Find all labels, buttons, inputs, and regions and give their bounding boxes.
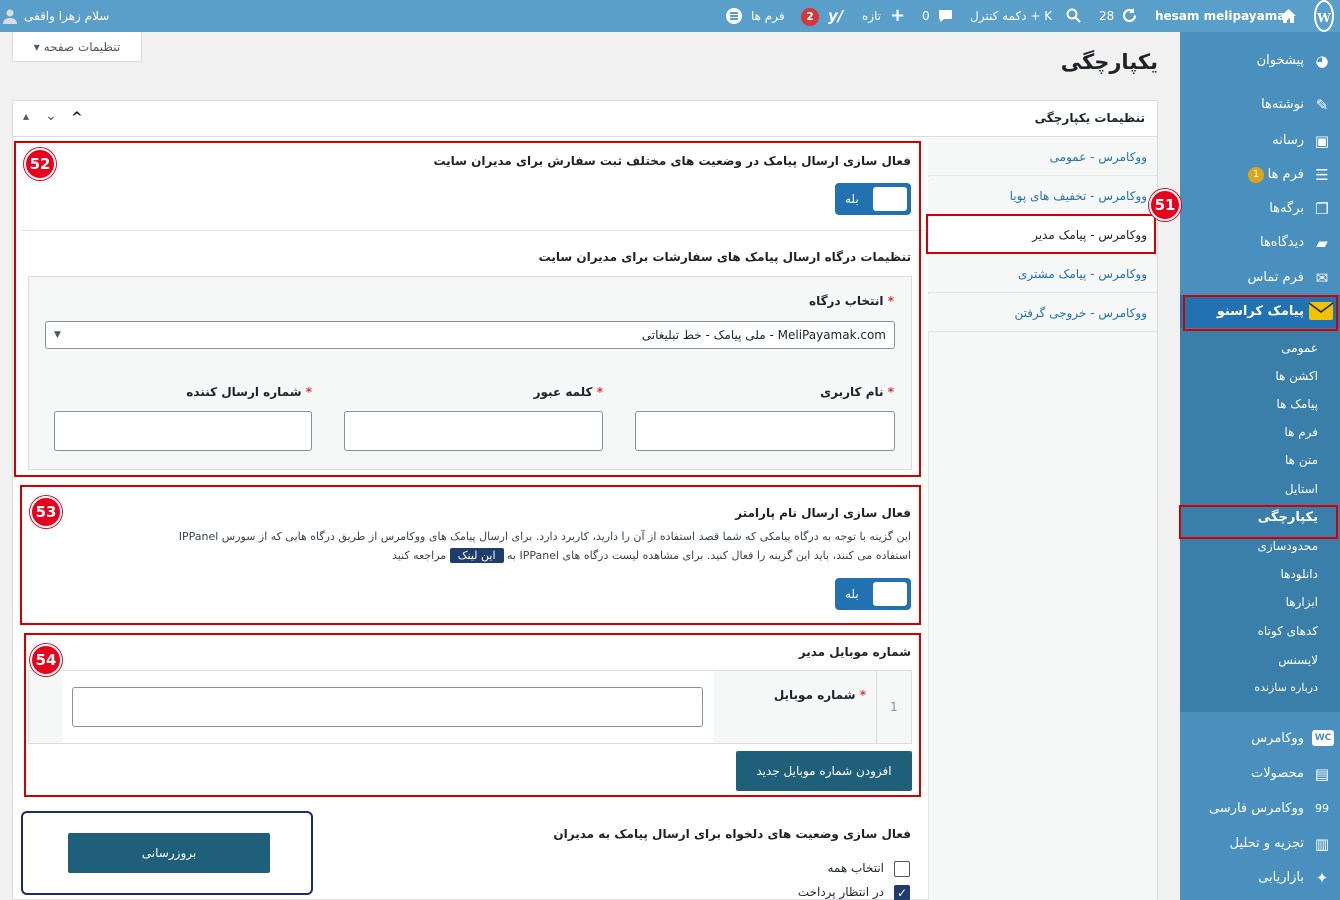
highlight-integration-menu [1179, 505, 1338, 539]
sidebar-item-dashboard[interactable]: ◕ پیشخوان [1180, 44, 1340, 78]
comments-icon: ▰ [1316, 234, 1328, 252]
sidebar-item-marketing[interactable]: ✦ بازاریابی [1180, 861, 1340, 895]
submenu-item-sms[interactable]: پیامک ها [1180, 390, 1340, 418]
submenu-item-style[interactable]: استایل [1180, 475, 1340, 503]
marker-53: 53 [30, 496, 62, 528]
yoast-icon[interactable]: y/ [828, 0, 843, 32]
site-name-link[interactable]: hesam melipayamak [1155, 0, 1293, 32]
pin-icon: ✎ [1315, 96, 1329, 114]
dashboard-icon: ◕ [1315, 52, 1329, 70]
sidebar-item-contact[interactable]: ✉ فرم تماس [1180, 261, 1340, 295]
media-icon: ▣ [1314, 132, 1330, 150]
submenu-item-shortcodes[interactable]: کدهای کوتاه [1180, 617, 1340, 645]
sidebar-item-comments[interactable]: ▰ دیدگاه‌ها [1180, 226, 1340, 260]
comment-bubble-icon[interactable] [938, 0, 954, 32]
analytics-icon: ▥ [1314, 835, 1330, 853]
wordpress-logo-icon[interactable]: W [1314, 0, 1334, 32]
screen-options-button[interactable]: تنظیمات صفحه ▾ [12, 32, 142, 62]
submenu-item-general[interactable]: عمومی [1180, 334, 1340, 362]
highlight-section-54 [24, 633, 921, 797]
new-link[interactable]: تازه [862, 0, 881, 32]
admin-bar: سلام زهرا واقفی فرم ها 2 y/ تازه + 0 دکم… [0, 0, 1340, 32]
tab-woo-export[interactable]: ووکامرس - خروجی گرفتن [928, 294, 1157, 332]
tab-woo-customer-sms[interactable]: ووکامرس - پیامک مشتری [928, 255, 1157, 293]
select-all-label: انتخاب همه [827, 861, 884, 875]
highlight-section-53 [20, 485, 921, 625]
sidebar-item-woocommerce[interactable]: WC ووکامرس [1180, 722, 1340, 756]
sidebar-item-products[interactable]: ▤ محصولات [1180, 757, 1340, 791]
marker-52: 52 [24, 148, 56, 180]
submenu-item-license[interactable]: لایسنس [1180, 646, 1340, 674]
page-title: یکپارچگی [1060, 50, 1158, 74]
pending-label: در انتظار پرداخت [797, 885, 884, 899]
highlight-sms-menu [1183, 295, 1338, 331]
select-all-checkbox[interactable] [894, 861, 910, 877]
highlight-section-52 [14, 141, 921, 477]
pending-checkbox[interactable]: ✓ [894, 885, 910, 900]
update-button[interactable]: بروزرسانی [68, 833, 270, 873]
mail-icon: ✉ [1315, 269, 1329, 287]
submenu-item-actions[interactable]: اکشن ها [1180, 362, 1340, 390]
sidebar-item-forms[interactable]: ☰ فرم ها 1 [1180, 158, 1340, 192]
notification-badge[interactable]: 2 [801, 7, 819, 26]
pages-icon: ❐ [1315, 200, 1329, 218]
plus-icon[interactable]: + [890, 0, 905, 32]
move-up-icon[interactable]: ▴ [23, 109, 29, 123]
search-icon[interactable] [1066, 0, 1082, 32]
highlight-admin-sms-tab [926, 214, 1156, 254]
user-avatar-icon[interactable] [2, 0, 18, 32]
sidebar-item-media[interactable]: ▣ رسانه [1180, 124, 1340, 158]
tab-woo-discounts[interactable]: ووکامرس - تخفیف های پویا [928, 177, 1157, 215]
greeting-text[interactable]: سلام زهرا واقفی [24, 0, 109, 32]
caret-down-icon: ▾ [33, 40, 40, 54]
updates-count[interactable]: 28 [1099, 0, 1114, 32]
submenu-item-forms[interactable]: فرم ها [1180, 418, 1340, 446]
admin-sidebar: ◕ پیشخوان ✎ نوشته‌ها ▣ رسانه ☰ فرم ها 1 ❐ برگه… [1180, 32, 1340, 900]
forms-icon: ☰ [1315, 166, 1329, 184]
woo-fa-icon: 99 [1315, 802, 1329, 815]
forms-icon[interactable] [725, 0, 745, 32]
panel-header: تنظیمات یکپارچگی ▴ ⌄ ^ [13, 101, 1157, 137]
comments-count[interactable]: 0 [922, 0, 930, 32]
marketing-icon: ✦ [1315, 869, 1329, 887]
sidebar-item-analytics[interactable]: ▥ تجزیه و تحلیل [1180, 827, 1340, 861]
sidebar-item-pages[interactable]: ❐ برگه‌ها [1180, 192, 1340, 226]
submenu-item-about[interactable]: درباره سازنده [1180, 674, 1340, 702]
submenu-item-texts[interactable]: متن ها [1180, 446, 1340, 474]
refresh-icon[interactable] [1121, 0, 1139, 32]
collapse-icon[interactable]: ^ [71, 110, 83, 126]
forms-count-badge: 1 [1248, 167, 1264, 183]
marker-54: 54 [30, 644, 62, 676]
tab-woo-general[interactable]: ووکامرس - عمومی [928, 138, 1157, 176]
woo-icon: WC [1312, 730, 1334, 746]
chevron-down-icon[interactable]: ⌄ [45, 108, 57, 124]
home-icon[interactable] [1280, 0, 1298, 32]
search-shortcut[interactable]: دکمه کنترل + K [970, 0, 1052, 32]
submenu-item-downloads[interactable]: دانلودها [1180, 560, 1340, 588]
sidebar-item-woo-fa[interactable]: 99 ووکامرس فارسی [1180, 792, 1340, 826]
products-icon: ▤ [1314, 765, 1330, 783]
forms-link[interactable]: فرم ها [751, 0, 785, 32]
section55-title: فعال سازی وضعیت های دلخواه برای ارسال پی… [553, 827, 911, 841]
panel-title: تنظیمات یکپارچگی [1034, 111, 1145, 125]
marker-51: 51 [1149, 189, 1181, 221]
sidebar-item-posts[interactable]: ✎ نوشته‌ها [1180, 88, 1340, 122]
submenu-item-tools[interactable]: ابزارها [1180, 588, 1340, 616]
